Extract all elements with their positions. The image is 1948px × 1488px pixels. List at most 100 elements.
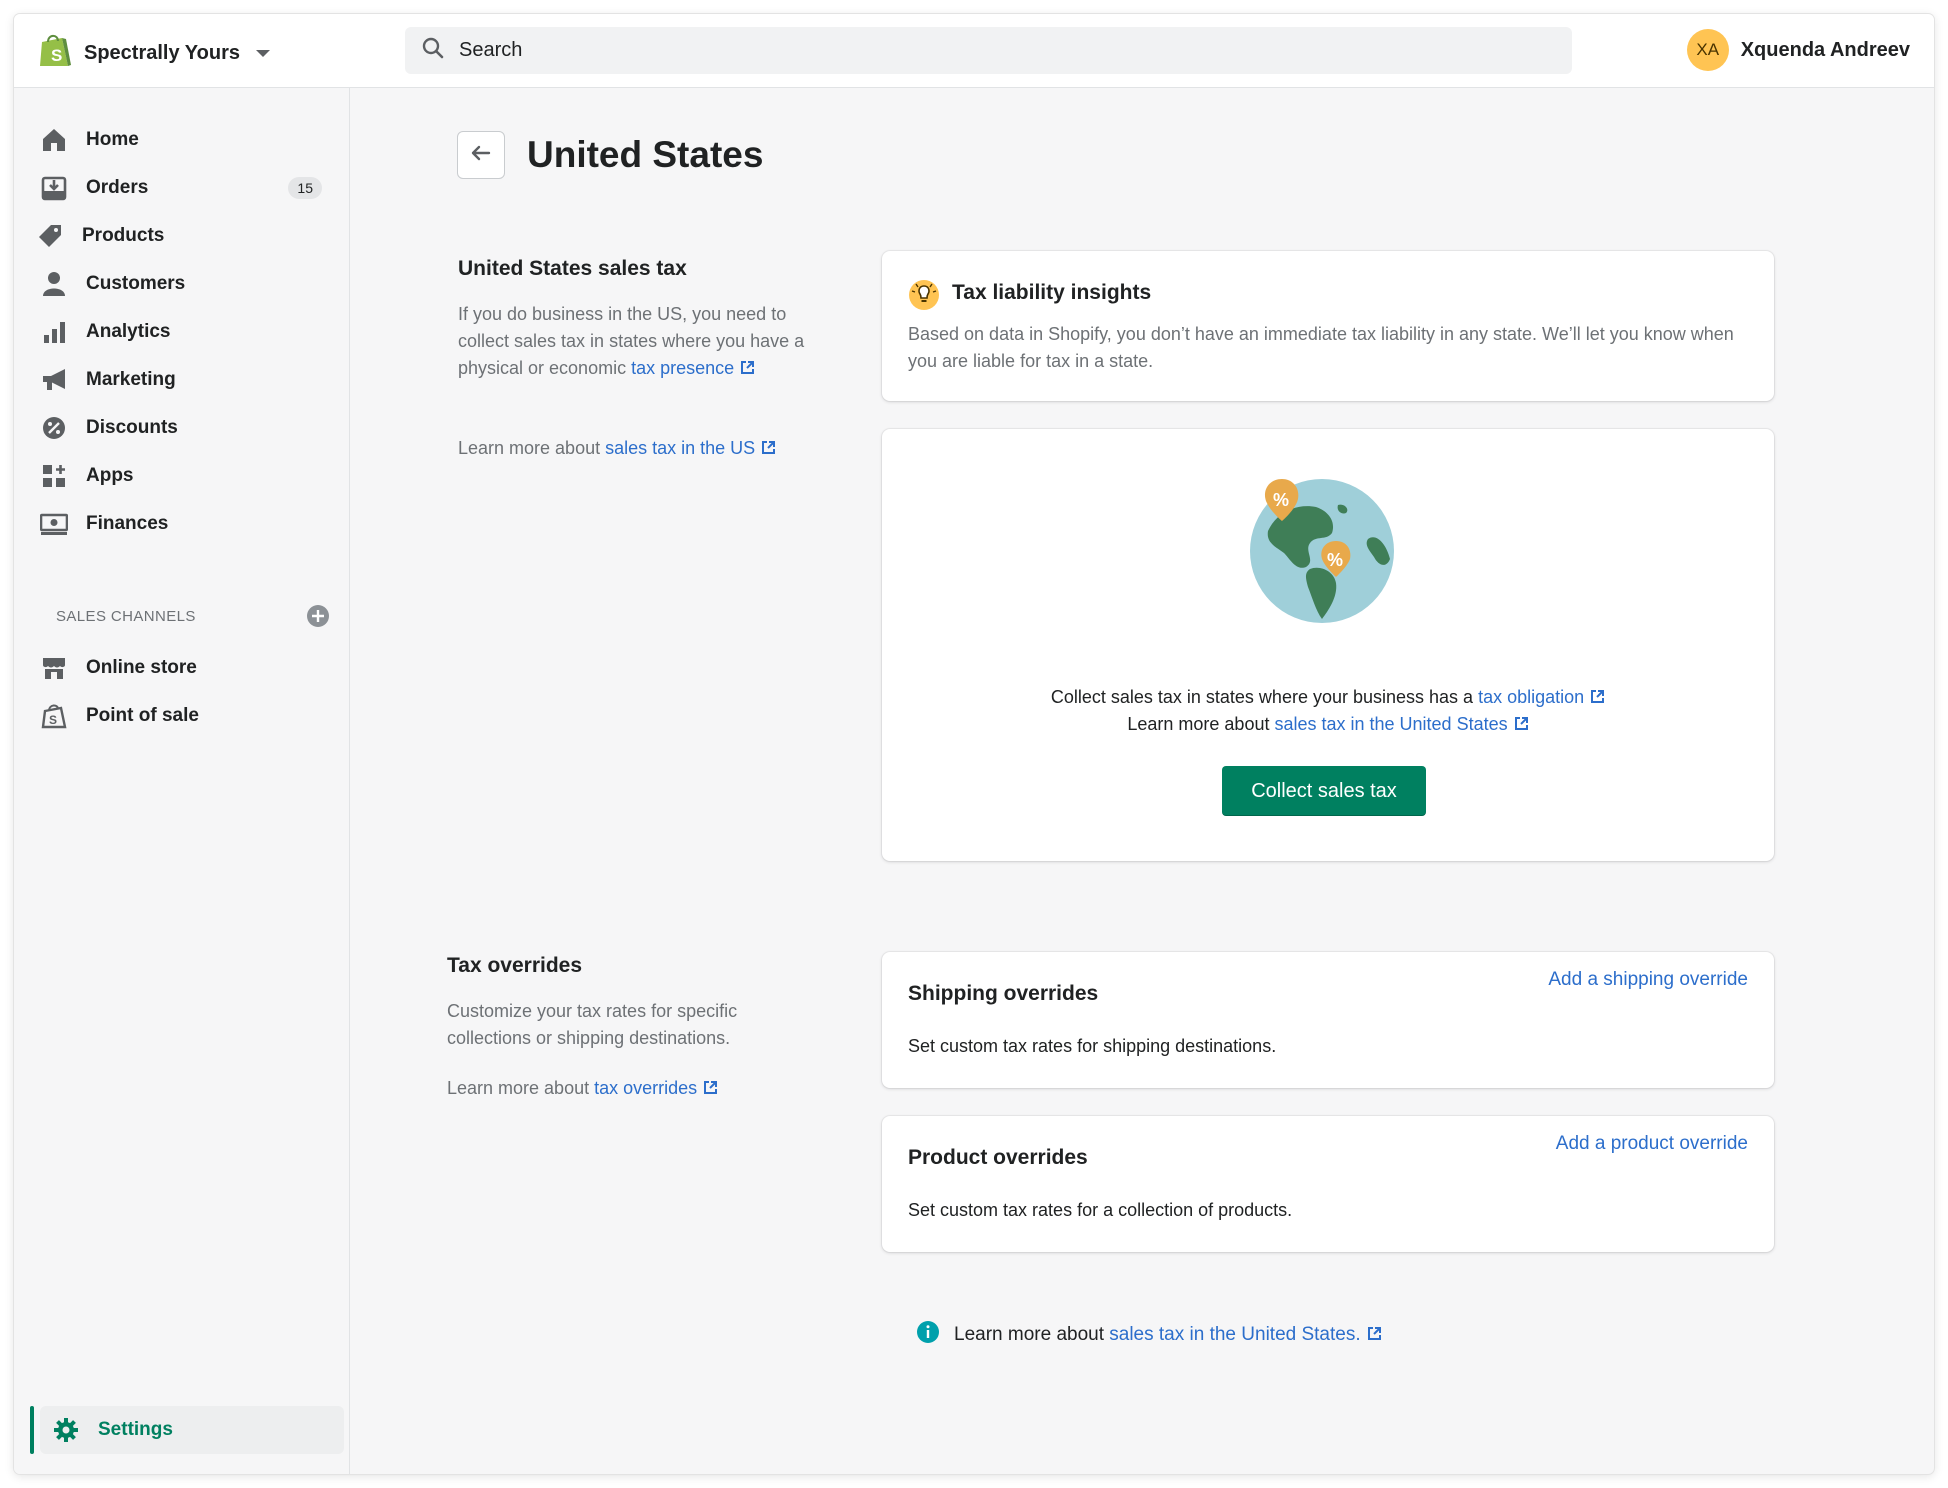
external-link-icon xyxy=(741,361,755,374)
sidebar-item-apps[interactable]: Apps xyxy=(40,454,340,498)
bar-chart-icon xyxy=(40,318,68,346)
sales-tax-united-states-link-text: sales tax in the United States xyxy=(1274,714,1508,734)
search-input[interactable]: Search xyxy=(405,27,1572,74)
orders-icon xyxy=(40,174,68,202)
page-title: United States xyxy=(527,134,764,175)
store-name: Spectrally Yours xyxy=(84,42,240,64)
external-link-icon xyxy=(1514,717,1528,730)
sidebar-item-label: Finances xyxy=(86,513,169,534)
orders-count-badge: 15 xyxy=(288,177,322,199)
sales-tax-us-link[interactable]: sales tax in the US xyxy=(605,438,776,458)
avatar: XA xyxy=(1686,29,1729,71)
sidebar-item-home[interactable]: Home xyxy=(40,118,340,162)
gear-icon xyxy=(52,1416,80,1444)
collect-line-2: Learn more about sales tax in the United… xyxy=(882,711,1774,738)
footer-prefix: Learn more about xyxy=(954,1324,1110,1345)
sidebar-item-label: Products xyxy=(82,225,165,246)
tax-obligation-link-text: tax obligation xyxy=(1478,687,1585,707)
store-icon xyxy=(40,654,68,682)
tag-icon xyxy=(36,222,64,250)
shipping-overrides-card: Shipping overrides Add a shipping overri… xyxy=(882,952,1774,1088)
home-icon xyxy=(40,126,68,154)
sidebar-item-marketing[interactable]: Marketing xyxy=(40,358,340,402)
sales-tax-us-link-text: sales tax in the US xyxy=(605,438,756,458)
apps-icon xyxy=(40,462,68,490)
sidebar-item-label: Home xyxy=(86,129,139,150)
tax-overrides-description: Customize your tax rates for specific co… xyxy=(447,1001,738,1048)
settings-active-indicator xyxy=(30,1406,34,1454)
store-switcher[interactable]: S Spectrally Yours xyxy=(38,32,270,75)
sidebar-item-customers[interactable]: Customers xyxy=(40,262,340,306)
tax-overrides-link-text: tax overrides xyxy=(594,1078,698,1098)
tax-presence-link-text: tax presence xyxy=(631,358,735,378)
person-icon xyxy=(40,270,68,298)
collect-tax-card: % % Collect sales tax in states where yo… xyxy=(882,429,1774,861)
sales-tax-description: If you do business in the US, you need t… xyxy=(458,301,808,382)
collect-line-2-text: Learn more about xyxy=(1127,714,1275,734)
learn-more-prefix: Learn more about xyxy=(458,438,606,458)
pos-icon: S xyxy=(40,702,68,730)
svg-text:S: S xyxy=(51,46,62,65)
sidebar-item-finances[interactable]: Finances xyxy=(40,502,340,546)
lightbulb-icon xyxy=(908,279,940,316)
discount-icon xyxy=(40,414,68,442)
shopify-logo-icon: S xyxy=(38,32,72,75)
sidebar-item-settings[interactable]: Settings xyxy=(40,1406,344,1454)
sales-tax-united-states-link[interactable]: sales tax in the United States xyxy=(1274,714,1528,734)
tax-overrides-learn-more: Learn more about tax overrides xyxy=(447,1075,847,1102)
sidebar-item-label: Analytics xyxy=(86,321,171,342)
search-icon xyxy=(421,36,445,65)
product-overrides-description: Set custom tax rates for a collection of… xyxy=(908,1200,1293,1220)
svg-text:S: S xyxy=(49,713,57,727)
app-window: S Spectrally Yours Search XA Xquenda And… xyxy=(14,14,1934,1474)
svg-text:%: % xyxy=(1273,490,1289,510)
tax-overrides-link[interactable]: tax overrides xyxy=(594,1078,718,1098)
sidebar: Home Orders 15 Products Customers Analyt… xyxy=(14,88,350,1474)
sidebar-item-orders[interactable]: Orders 15 xyxy=(40,166,340,210)
sidebar-item-analytics[interactable]: Analytics xyxy=(40,310,340,354)
add-channel-icon[interactable] xyxy=(306,604,330,633)
sidebar-item-label: Orders xyxy=(86,177,149,198)
sales-channels-heading: SALES CHANNELS xyxy=(56,608,196,625)
chevron-down-icon xyxy=(256,50,270,57)
external-link-icon xyxy=(1591,690,1605,703)
sidebar-item-label: Point of sale xyxy=(86,705,199,726)
sidebar-item-label: Marketing xyxy=(86,369,176,390)
svg-text:%: % xyxy=(1327,550,1343,570)
insight-text: Based on data in Shopify, you don’t have… xyxy=(908,324,1734,371)
search-placeholder: Search xyxy=(459,39,523,61)
sidebar-item-point-of-sale[interactable]: S Point of sale xyxy=(40,694,340,738)
collect-line-1: Collect sales tax in states where your b… xyxy=(882,684,1774,711)
shipping-overrides-title: Shipping overrides xyxy=(908,982,1099,1005)
add-shipping-override-link[interactable]: Add a shipping override xyxy=(1548,969,1748,991)
tax-liability-card: Tax liability insights Based on data in … xyxy=(882,251,1774,401)
sidebar-item-label: Settings xyxy=(98,1419,173,1440)
sidebar-item-discounts[interactable]: Discounts xyxy=(40,406,340,450)
tax-overrides-heading: Tax overrides xyxy=(447,954,583,977)
external-link-icon xyxy=(762,441,776,454)
add-product-override-link[interactable]: Add a product override xyxy=(1556,1133,1748,1155)
user-menu[interactable]: XA Xquenda Andreev xyxy=(1686,29,1910,71)
collect-sales-tax-button[interactable]: Collect sales tax xyxy=(1222,766,1426,816)
tax-obligation-link[interactable]: tax obligation xyxy=(1478,687,1605,707)
footer-learn-more: Learn more about sales tax in the United… xyxy=(916,1320,1382,1350)
external-link-icon xyxy=(704,1081,718,1094)
top-bar: S Spectrally Yours Search XA Xquenda And… xyxy=(14,14,1934,88)
shipping-overrides-description: Set custom tax rates for shipping destin… xyxy=(908,1036,1277,1056)
sidebar-item-label: Apps xyxy=(86,465,134,486)
sidebar-item-label: Discounts xyxy=(86,417,178,438)
insight-title: Tax liability insights xyxy=(952,281,1152,304)
learn-more-prefix: Learn more about xyxy=(447,1078,595,1098)
back-button[interactable] xyxy=(457,131,505,179)
sidebar-item-online-store[interactable]: Online store xyxy=(40,646,340,690)
tax-presence-link[interactable]: tax presence xyxy=(631,358,755,378)
footer-sales-tax-link-text: sales tax in the United States. xyxy=(1109,1324,1361,1345)
collect-line-1-text: Collect sales tax in states where your b… xyxy=(1050,687,1479,707)
user-name: Xquenda Andreev xyxy=(1740,38,1910,61)
sidebar-item-label: Online store xyxy=(86,657,197,678)
footer-sales-tax-link[interactable]: sales tax in the United States. xyxy=(1109,1324,1381,1346)
sales-tax-learn-more: Learn more about sales tax in the US xyxy=(458,435,858,462)
globe-illustration-icon: % % xyxy=(1246,473,1396,628)
product-overrides-card: Product overrides Add a product override… xyxy=(882,1116,1774,1252)
sidebar-item-products[interactable]: Products xyxy=(36,214,336,258)
